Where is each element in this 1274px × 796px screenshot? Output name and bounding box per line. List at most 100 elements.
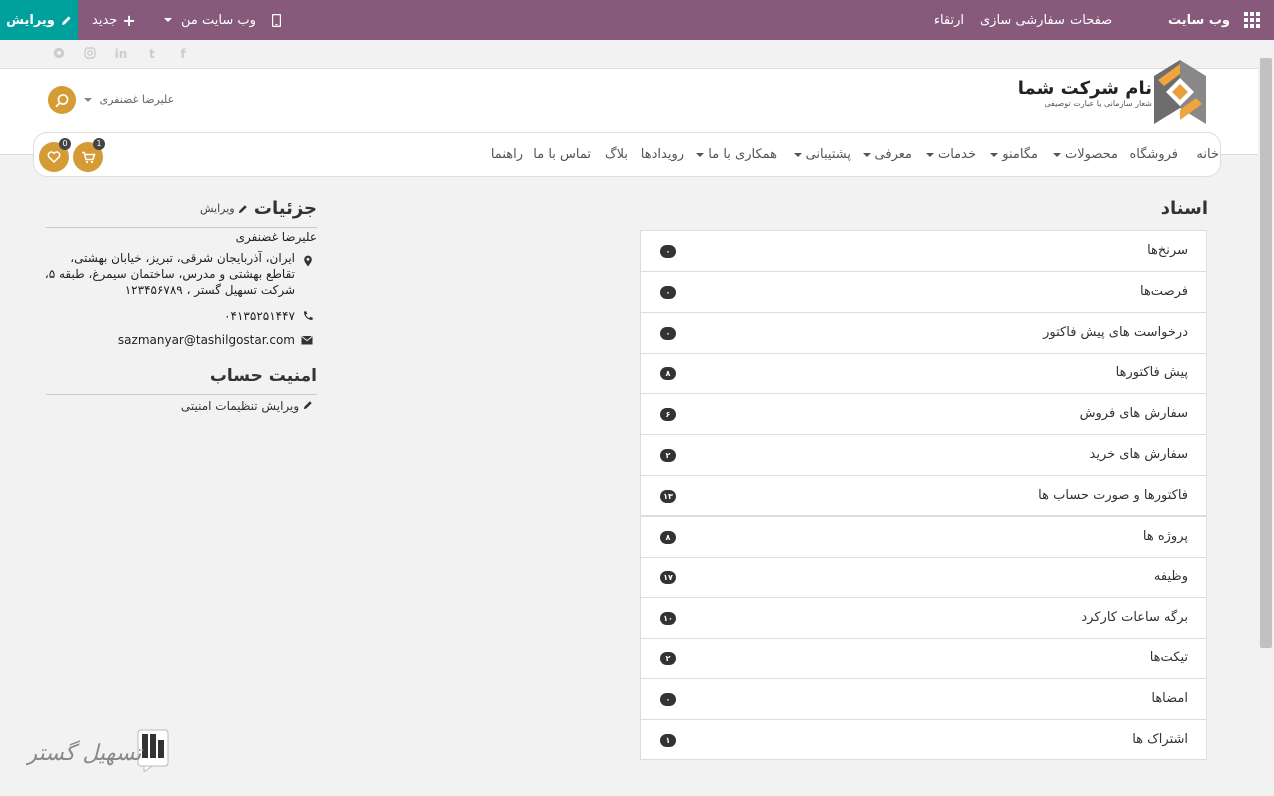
cart-button[interactable]: 1: [73, 142, 103, 172]
nav-help[interactable]: راهنما: [491, 147, 523, 162]
admin-topbar: وب سایت صفحات سفارشی سازی ارتقاء وب سایت…: [0, 0, 1274, 40]
menu-customize[interactable]: سفارشی سازی: [980, 0, 1065, 40]
nav-contact[interactable]: تماس با ما: [533, 147, 591, 162]
nav-blog[interactable]: بلاگ: [605, 147, 628, 162]
page-scrollbar[interactable]: [1258, 40, 1274, 796]
instagram-icon[interactable]: [83, 47, 97, 61]
doc-label: برگه ساعات کارکرد: [1081, 610, 1188, 625]
doc-row-rfq[interactable]: درخواست های پیش فاکتور ۰: [641, 313, 1206, 354]
doc-count-badge: ۲: [660, 652, 676, 665]
nav-megamenu[interactable]: مگامنو: [990, 147, 1038, 162]
divider: [46, 394, 317, 395]
nav-careers[interactable]: همکاری با ما: [696, 147, 777, 162]
doc-count-badge: ۰: [660, 245, 676, 258]
nav-label: محصولات: [1065, 147, 1118, 162]
doc-row-purchase-orders[interactable]: سفارش های خرید۲: [641, 435, 1206, 476]
doc-row-tickets[interactable]: تیکت‌ها ۲: [641, 638, 1206, 679]
details-edit-link[interactable]: ویرایش: [200, 202, 248, 215]
linkedin-icon[interactable]: in: [114, 47, 128, 61]
chevron-down-icon: [926, 153, 934, 157]
doc-row-signatures[interactable]: امضاها ۰: [641, 679, 1206, 720]
tashilgostar-watermark: تسهیل گستر: [26, 728, 170, 772]
doc-row-subscriptions[interactable]: اشتراک ها۱: [641, 720, 1206, 761]
company-tagline: شعار سازمانی یا عبارت توصیفی: [1048, 99, 1152, 108]
nav-products[interactable]: محصولات: [1053, 147, 1118, 162]
doc-count-badge: ۸: [660, 531, 676, 544]
doc-label: سرنخ‌ها: [1147, 243, 1188, 258]
chevron-down-icon: [863, 153, 871, 157]
chevron-down-icon: [696, 153, 704, 157]
company-name: نام شرکت شما: [1048, 78, 1152, 99]
doc-row-leads[interactable]: سرنخ‌ها ۰: [641, 231, 1206, 272]
doc-label: سفارش های فروش: [1080, 406, 1188, 421]
new-label: جدید: [92, 13, 117, 28]
doc-label: اشتراک ها: [1132, 732, 1188, 747]
security-link-label: ویرایش تنظیمات امنیتی: [181, 399, 299, 413]
doc-label: تیکت‌ها: [1150, 650, 1188, 665]
scrollbar-thumb[interactable]: [1260, 58, 1272, 648]
doc-count-badge: ۶: [660, 408, 676, 421]
pencil-icon: [61, 15, 72, 26]
nav-home[interactable]: خانه: [1196, 147, 1219, 162]
security-settings-link[interactable]: ویرایش تنظیمات امنیتی: [150, 399, 313, 413]
doc-label: پیش فاکتورها: [1116, 365, 1188, 380]
nav-shop[interactable]: فروشگاه: [1129, 147, 1178, 162]
doc-count-badge: ۰: [660, 693, 676, 706]
doc-label: فاکتورها و صورت حساب ها: [1038, 488, 1188, 503]
watermark-logo: تسهیل گستر: [26, 728, 170, 772]
doc-row-tasks[interactable]: وظیفه۱۷: [641, 557, 1206, 598]
doc-row-sales-orders[interactable]: سفارش های فروش ۶: [641, 394, 1206, 435]
doc-count-badge: ۱۳: [660, 490, 676, 503]
doc-label: درخواست های پیش فاکتور: [1043, 325, 1188, 340]
doc-label: پروژه ها: [1143, 529, 1188, 544]
mobile-preview-button[interactable]: [272, 0, 281, 40]
edit-button[interactable]: ویرایش: [0, 0, 78, 40]
chevron-down-icon: [84, 98, 92, 102]
my-website-dropdown[interactable]: وب سایت من: [164, 0, 256, 40]
doc-count-badge: ۰: [660, 286, 676, 299]
search-button[interactable]: [48, 86, 76, 114]
envelope-icon: [301, 334, 313, 346]
menu-upgrade[interactable]: ارتقاء: [934, 0, 964, 40]
pencil-icon: [303, 400, 313, 410]
doc-count-badge: ۸: [660, 367, 676, 380]
nav-support[interactable]: پشتیبانی: [794, 147, 851, 162]
plus-icon: +: [122, 11, 135, 30]
app-brand[interactable]: وب سایت: [1168, 0, 1230, 40]
contact-email[interactable]: sazmanyar@tashilgostar.com: [100, 333, 295, 347]
apps-menu-button[interactable]: [1244, 0, 1260, 40]
github-icon[interactable]: [52, 47, 66, 61]
menu-pages[interactable]: صفحات: [1070, 0, 1112, 40]
nav-label: خدمات: [938, 147, 976, 162]
doc-count-badge: ۲: [660, 449, 676, 462]
user-name: علیرضا غضنفری: [100, 93, 175, 106]
new-button[interactable]: + جدید: [92, 0, 136, 40]
phone-icon: [302, 310, 314, 322]
twitter-icon[interactable]: t: [145, 47, 159, 61]
company-logo[interactable]: [1154, 60, 1206, 124]
doc-label: امضاها: [1151, 691, 1188, 706]
pencil-icon: [238, 204, 248, 214]
nav-services[interactable]: خدمات: [926, 147, 976, 162]
search-icon: [55, 93, 70, 108]
documents-list: سرنخ‌ها ۰ فرصت‌ها۰ درخواست های پیش فاکتور…: [640, 230, 1207, 760]
security-title: امنیت حساب: [180, 366, 317, 386]
my-website-label: وب سایت من: [181, 13, 256, 28]
doc-count-badge: ۰: [660, 327, 676, 340]
nav-events[interactable]: رویدادها: [641, 147, 684, 162]
divider: [46, 227, 317, 228]
social-strip: f t in: [0, 40, 1258, 69]
heart-icon: [47, 151, 61, 163]
doc-row-quotations[interactable]: پیش فاکتورها ۸: [641, 353, 1206, 394]
facebook-icon[interactable]: f: [176, 47, 190, 61]
nav-about[interactable]: معرفی: [863, 147, 912, 162]
doc-row-invoices[interactable]: فاکتورها و صورت حساب ها ۱۳: [641, 476, 1206, 517]
chevron-down-icon: [1053, 153, 1061, 157]
user-menu[interactable]: علیرضا غضنفری: [84, 93, 174, 106]
wishlist-button[interactable]: 0: [39, 142, 69, 172]
doc-row-opportunities[interactable]: فرصت‌ها۰: [641, 272, 1206, 313]
doc-row-timesheets[interactable]: برگه ساعات کارکرد۱۰: [641, 598, 1206, 639]
main-navbar: خانه فروشگاه محصولات مگامنو خدمات معرفی …: [33, 132, 1221, 177]
doc-row-projects[interactable]: پروژه ها ۸: [641, 517, 1206, 558]
edit-label: ویرایش: [6, 13, 55, 28]
